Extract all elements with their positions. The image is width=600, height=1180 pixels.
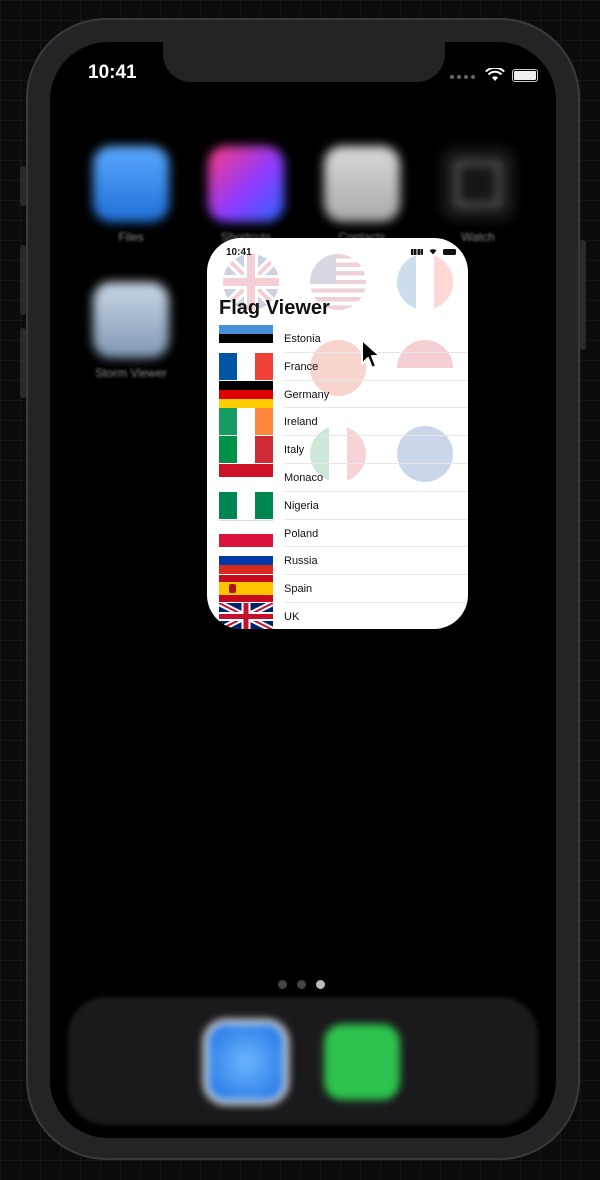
flag-name: Monaco [284, 471, 324, 484]
germany-flag-icon [219, 380, 273, 408]
flag-row-spain[interactable]: Spain [219, 575, 468, 603]
flag-name: Spain [284, 583, 313, 596]
monaco-flag-icon [219, 463, 273, 491]
flag-name: France [284, 360, 319, 373]
flag-list: Estonia France Germany Ireland Italy Mon… [219, 325, 468, 629]
storm-viewer-app-label: Storm Viewer [95, 366, 167, 380]
flag-name: UK [284, 610, 300, 623]
storm-viewer-app-icon[interactable] [93, 282, 169, 358]
flag-row-estonia[interactable]: Estonia [219, 325, 468, 353]
flag-row-france[interactable]: France [219, 352, 468, 381]
poland-flag-icon [219, 519, 273, 547]
ireland-flag-icon [219, 408, 273, 436]
flag-name: Estonia [284, 333, 321, 345]
page-dot[interactable] [297, 980, 306, 989]
wifi-icon [485, 68, 505, 81]
notch [163, 42, 445, 82]
flag-name: Nigeria [284, 499, 319, 512]
flag-row-nigeria[interactable]: Nigeria [219, 491, 468, 520]
flag-name: Poland [284, 527, 319, 540]
page-dot-active[interactable] [316, 980, 325, 989]
france-flag-icon [219, 352, 273, 380]
files-app-label: Files [118, 230, 144, 244]
watch-app-icon[interactable] [440, 146, 516, 222]
signal-icon [450, 66, 478, 84]
safari-dock-icon[interactable] [208, 1024, 284, 1100]
battery-icon [512, 68, 538, 82]
mouse-cursor-icon [361, 339, 381, 369]
flag-name: Italy [284, 444, 305, 457]
flag-name: Russia [284, 555, 318, 568]
flag-viewer-app-card[interactable]: 10:41 Flag Viewer Estonia France Germany [207, 238, 468, 629]
shortcuts-app-icon[interactable] [208, 146, 284, 222]
page-dot[interactable] [278, 980, 287, 989]
france-flag-icon [397, 254, 453, 310]
flag-row-poland[interactable]: Poland [219, 519, 468, 548]
flag-row-russia[interactable]: Russia [219, 547, 468, 576]
flag-row-italy[interactable]: Italy [219, 436, 468, 464]
status-time: 10:41 [88, 62, 137, 83]
page-indicator[interactable] [278, 980, 325, 989]
status-icons [450, 66, 538, 84]
spain-flag-icon [219, 575, 273, 603]
contacts-app-icon[interactable] [324, 146, 400, 222]
power-button[interactable] [580, 240, 586, 350]
app-battery-icon [443, 248, 456, 255]
flag-name: Ireland [284, 416, 318, 429]
files-app-icon[interactable] [93, 146, 169, 222]
flag-name: Germany [284, 388, 330, 401]
flag-row-ireland[interactable]: Ireland [219, 408, 468, 437]
flag-row-uk[interactable]: UK [219, 602, 468, 629]
estonia-flag-icon [219, 325, 273, 352]
flag-row-germany[interactable]: Germany [219, 380, 468, 409]
nigeria-flag-icon [219, 491, 273, 519]
italy-flag-icon [219, 436, 273, 464]
russia-flag-icon [219, 547, 273, 575]
uk-flag-icon [219, 602, 273, 629]
flag-row-monaco[interactable]: Monaco [219, 463, 468, 492]
dock [68, 997, 538, 1125]
messages-dock-icon[interactable] [324, 1024, 400, 1100]
page-title: Flag Viewer [219, 297, 330, 319]
